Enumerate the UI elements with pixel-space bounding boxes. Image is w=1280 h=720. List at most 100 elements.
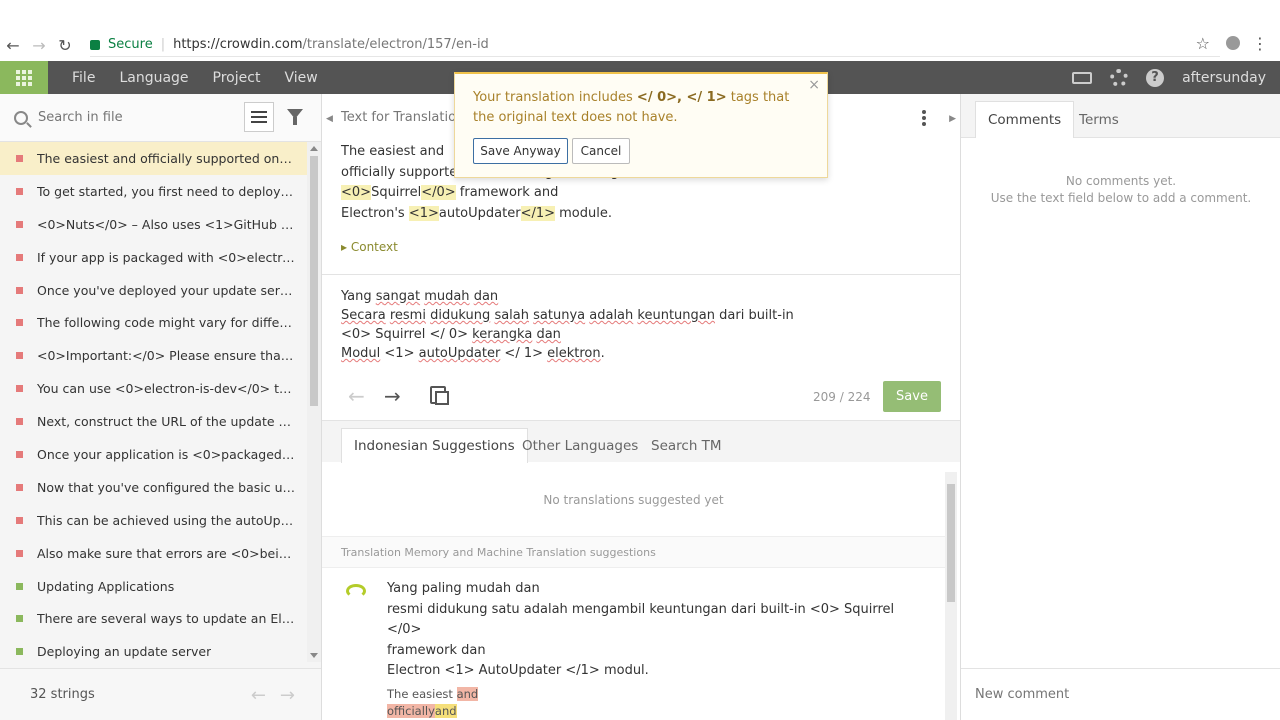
untranslated-status-icon [16, 516, 23, 524]
back-icon[interactable]: ← [0, 33, 26, 57]
tag-marker[interactable]: </0> [421, 185, 456, 200]
untranslated-status-icon [16, 549, 23, 557]
warning-message: Your translation includes </ 0>, </ 1> t… [473, 90, 790, 125]
list-item[interactable]: To get started, you first need to deploy… [0, 175, 307, 208]
menu-file[interactable]: File [72, 70, 95, 86]
string-text: Also make sure that errors are <0>being … [37, 545, 295, 561]
string-list-scrollbar[interactable] [307, 142, 321, 662]
scroll-up-icon[interactable] [310, 146, 318, 151]
appbar-right-controls: ? aftersunday [1072, 61, 1266, 94]
reload-icon[interactable]: ↻ [52, 33, 78, 57]
new-comment-row [961, 668, 1280, 720]
bookmark-star-icon[interactable]: ☆ [1196, 34, 1210, 53]
untranslated-status-icon [16, 450, 23, 458]
string-list: The easiest and officially supported one… [0, 142, 307, 662]
list-item[interactable]: Updating Applications [0, 570, 307, 603]
strings-sidebar: The easiest and officially supported one… [0, 94, 322, 720]
suggestions-scrollbar[interactable] [945, 472, 957, 720]
list-item[interactable]: <0>Important:</0> Please ensure that the… [0, 339, 307, 372]
list-view-button[interactable] [244, 102, 274, 132]
menu-project[interactable]: Project [213, 70, 261, 86]
tag-marker[interactable]: <0> [341, 185, 372, 200]
untranslated-status-icon [16, 483, 23, 491]
translation-textarea[interactable]: Yang sangat mudah dan Secara resmi diduk… [341, 287, 901, 363]
context-toggle[interactable]: ▸ Context [341, 240, 398, 254]
untranslated-status-icon [16, 154, 23, 162]
copy-source-icon[interactable] [430, 386, 449, 405]
suggestions-body: No translations suggested yet Translatio… [322, 462, 945, 720]
tab-comments[interactable]: Comments [975, 101, 1075, 138]
prev-page-icon[interactable]: ← [251, 685, 266, 706]
keyboard-icon[interactable] [1072, 71, 1093, 84]
scrollbar-thumb[interactable] [310, 156, 318, 406]
list-item[interactable]: Once you've deployed your update server,… [0, 274, 307, 307]
search-icon [14, 110, 28, 125]
list-item[interactable]: Next, construct the URL of the update se… [0, 405, 307, 438]
next-page-icon[interactable]: → [280, 685, 295, 706]
cancel-button[interactable]: Cancel [572, 138, 630, 164]
tm-suggestion[interactable]: Yang paling mudah dan resmi didukung sat… [387, 579, 907, 682]
untranslated-status-icon [16, 253, 23, 261]
list-item[interactable]: If your app is packaged with <0>electron… [0, 241, 307, 274]
help-icon[interactable]: ? [1146, 68, 1165, 87]
next-string-icon[interactable]: → [384, 384, 401, 408]
tag-marker[interactable]: <1> [408, 205, 439, 221]
editor-panel: ◀ ▶ Text for Translation The easiest and… [322, 94, 960, 720]
menu-language[interactable]: Language [119, 70, 188, 86]
string-text: Next, construct the URL of the update se… [37, 414, 295, 430]
close-icon[interactable]: × [808, 77, 820, 93]
list-item[interactable]: Also make sure that errors are <0>being … [0, 537, 307, 570]
untranslated-status-icon [16, 319, 23, 327]
translated-status-icon [16, 615, 23, 623]
list-item[interactable]: The following code might vary for differ… [0, 306, 307, 339]
more-options-icon[interactable] [922, 110, 926, 126]
tab-indonesian-suggestions[interactable]: Indonesian Suggestions [341, 428, 528, 463]
right-tabs: Comments Terms [961, 94, 1280, 138]
tab-search-tm[interactable]: Search TM [639, 428, 734, 463]
string-text: Once your application is <0>packaged</0>… [37, 446, 295, 462]
untranslated-status-icon [16, 187, 23, 195]
string-text: <0>Important:</0> Please ensure that the… [37, 348, 295, 364]
lock-icon [90, 39, 100, 50]
list-item[interactable]: Now that you've configured the basic upd… [0, 471, 307, 504]
string-text: <0>Nuts</0> – Also uses <1>GitHub Releas… [37, 216, 295, 232]
app-grid-button[interactable] [0, 61, 48, 94]
collapse-right-icon[interactable]: ▶ [949, 114, 956, 124]
list-item[interactable]: There are several ways to update an Elec… [0, 602, 307, 635]
list-item[interactable]: You can use <0>electron-is-dev</0> to ch… [0, 372, 307, 405]
search-input[interactable] [38, 110, 228, 125]
browser-menu-icon[interactable]: ⋮ [1252, 34, 1268, 53]
string-text: To get started, you first need to deploy… [37, 183, 295, 199]
tab-other-languages[interactable]: Other Languages [510, 428, 650, 463]
list-item[interactable]: This can be achieved using the autoUpdat… [0, 504, 307, 537]
list-item[interactable]: Deploying an update server [0, 635, 307, 662]
scrollbar-thumb[interactable] [947, 484, 955, 602]
save-button[interactable]: Save [883, 381, 941, 412]
string-text: There are several ways to update an Elec… [37, 611, 295, 627]
prev-string-icon[interactable]: ← [348, 384, 365, 408]
scroll-down-icon[interactable] [310, 653, 318, 658]
extension-icon[interactable] [1226, 36, 1240, 50]
tag-marker[interactable]: </1> [520, 205, 555, 221]
sidebar-footer: 32 strings ← → [0, 668, 321, 720]
untranslated-status-icon [16, 286, 23, 294]
user-name[interactable]: aftersunday [1182, 70, 1266, 86]
forward-icon[interactable]: → [26, 33, 52, 57]
save-anyway-button[interactable]: Save Anyway [473, 138, 568, 164]
menu-view[interactable]: View [284, 70, 317, 86]
list-item[interactable]: Once your application is <0>packaged</0>… [0, 438, 307, 471]
no-comments-text: No comments yet. Use the text field belo… [990, 174, 1252, 205]
translated-status-icon [16, 648, 23, 656]
string-text: Once you've deployed your update server,… [37, 282, 295, 298]
list-item[interactable]: The easiest and officially supported one… [0, 142, 307, 175]
address-bar[interactable]: Secure | https://crowdin.com/translate/e… [90, 33, 1220, 57]
new-comment-input[interactable] [975, 687, 1265, 702]
tab-terms[interactable]: Terms [1067, 101, 1131, 138]
gear-icon[interactable] [1110, 68, 1129, 87]
collapse-left-icon[interactable]: ◀ [326, 114, 333, 124]
string-text: You can use <0>electron-is-dev</0> to ch… [37, 381, 295, 397]
filter-icon[interactable] [287, 109, 303, 125]
list-item[interactable]: <0>Nuts</0> – Also uses <1>GitHub Releas… [0, 208, 307, 241]
comments-panel: Comments Terms No comments yet. Use the … [960, 94, 1280, 720]
untranslated-status-icon [16, 352, 23, 360]
